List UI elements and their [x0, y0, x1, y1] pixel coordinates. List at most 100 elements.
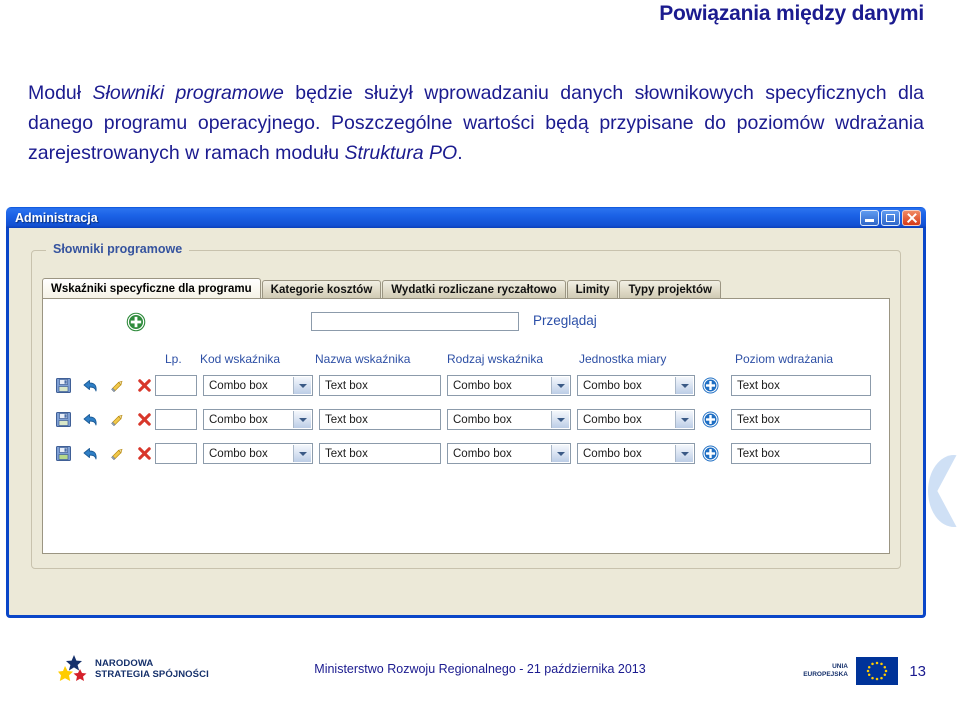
cell-nazwa[interactable]: Text box — [319, 443, 441, 464]
cell-nazwa[interactable]: Text box — [319, 375, 441, 396]
cell-rodzaj-combo[interactable]: Combo box — [447, 375, 571, 396]
chevron-down-icon[interactable] — [293, 411, 311, 428]
table-row: Combo box Text box Combo box Combo box T… — [43, 405, 889, 439]
close-button[interactable] — [902, 209, 921, 226]
cell-text: Combo box — [583, 379, 642, 392]
cell-lp[interactable] — [155, 443, 197, 464]
cell-nazwa[interactable]: Text box — [319, 409, 441, 430]
chevron-down-icon[interactable] — [551, 411, 569, 428]
edit-icon[interactable] — [109, 445, 126, 462]
eu-logo-block: UNIA EUROPEJSKA 13 — [803, 657, 926, 685]
chevron-down-icon[interactable] — [293, 377, 311, 394]
tab-typy-projektow[interactable]: Typy projektów — [619, 280, 721, 299]
edit-icon[interactable] — [109, 411, 126, 428]
minimize-button[interactable] — [860, 209, 879, 226]
eu-label-line-1: UNIA — [832, 663, 848, 670]
chevron-down-icon[interactable] — [675, 445, 693, 462]
cell-text: Combo box — [209, 447, 268, 460]
body-text-emphasis-2: Struktura PO — [344, 142, 458, 164]
page-title: Powiązania między danymi — [659, 2, 924, 25]
tab-wydatki-ryczaltowo[interactable]: Wydatki rozliczane ryczałtowo — [382, 280, 566, 299]
save-icon[interactable] — [55, 411, 72, 428]
tab-label: Limity — [575, 284, 610, 296]
undo-icon[interactable] — [82, 445, 99, 462]
chevron-down-icon[interactable] — [675, 377, 693, 394]
cell-kod-combo[interactable]: Combo box — [203, 443, 313, 464]
cell-poziom[interactable]: Text box — [731, 443, 871, 464]
decorative-arc-shape — [922, 455, 960, 527]
tab-wskazniki-specyficzne[interactable]: Wskaźniki specyficzne dla programu — [42, 278, 261, 299]
slide-body-text: Moduł Słowniki programowe będzie służył … — [28, 78, 924, 168]
window-title: Administracja — [15, 210, 98, 225]
add-circle-blue-icon[interactable] — [701, 444, 720, 463]
undo-icon[interactable] — [82, 377, 99, 394]
row-action-buttons — [55, 411, 153, 428]
chevron-down-icon[interactable] — [551, 377, 569, 394]
cell-rodzaj-combo[interactable]: Combo box — [447, 443, 571, 464]
save-icon[interactable] — [55, 445, 72, 462]
cell-text: Combo box — [209, 413, 268, 426]
tab-content-panel: Przeglądaj Lp. Kod wskaźnika Nazwa wskaź… — [42, 298, 890, 554]
cell-text: Combo box — [453, 413, 512, 426]
browse-link[interactable]: Przeglądaj — [533, 313, 597, 328]
body-text-part-3: . — [457, 142, 463, 164]
table-row: Combo box Text box Combo box Combo box T… — [43, 439, 889, 473]
body-text-part-1: Moduł — [28, 82, 93, 104]
cell-text: Combo box — [583, 413, 642, 426]
cell-text: Combo box — [453, 379, 512, 392]
cell-jednostka-combo[interactable]: Combo box — [577, 375, 695, 396]
tab-kategorie-kosztow[interactable]: Kategorie kosztów — [261, 280, 382, 299]
chevron-down-icon[interactable] — [675, 411, 693, 428]
column-header-nazwa: Nazwa wskaźnika — [315, 352, 411, 366]
save-icon[interactable] — [55, 377, 72, 394]
add-circle-blue-icon[interactable] — [701, 410, 720, 429]
cell-jednostka-combo[interactable]: Combo box — [577, 409, 695, 430]
application-window: Administracja Słowniki programowe Wskaźn… — [6, 207, 926, 618]
column-header-jednostka: Jednostka miary — [579, 352, 667, 366]
delete-icon[interactable] — [136, 411, 153, 428]
tab-strip: Wskaźniki specyficzne dla programu Kateg… — [42, 278, 890, 299]
column-header-rodzaj: Rodzaj wskaźnika — [447, 352, 544, 366]
slide-footer: NARODOWA STRATEGIA SPÓJNOŚCI Ministerstw… — [0, 649, 960, 695]
cell-rodzaj-combo[interactable]: Combo box — [447, 409, 571, 430]
tab-label: Wskaźniki specyficzne dla programu — [51, 283, 252, 295]
delete-icon[interactable] — [136, 445, 153, 462]
body-text-emphasis-1: Słowniki programowe — [92, 82, 284, 104]
chevron-down-icon[interactable] — [551, 445, 569, 462]
cell-poziom[interactable]: Text box — [731, 409, 871, 430]
maximize-button[interactable] — [881, 209, 900, 226]
tab-label: Kategorie kosztów — [270, 284, 373, 296]
cell-kod-combo[interactable]: Combo box — [203, 375, 313, 396]
grid-header-row: Lp. Kod wskaźnika Nazwa wskaźnika Rodzaj… — [43, 349, 889, 371]
table-row: Combo box Text box Combo box Combo box T… — [43, 371, 889, 405]
column-header-kod: Kod wskaźnika — [200, 352, 281, 366]
data-grid: Lp. Kod wskaźnika Nazwa wskaźnika Rodzaj… — [43, 349, 889, 473]
tab-limity[interactable]: Limity — [566, 280, 619, 299]
cell-lp[interactable] — [155, 409, 197, 430]
chevron-down-icon[interactable] — [293, 445, 311, 462]
page-number: 13 — [909, 662, 926, 680]
window-controls — [860, 209, 926, 226]
window-title-bar[interactable]: Administracja — [6, 207, 926, 228]
edit-icon[interactable] — [109, 377, 126, 394]
cell-jednostka-combo[interactable]: Combo box — [577, 443, 695, 464]
cell-kod-combo[interactable]: Combo box — [203, 409, 313, 430]
cell-lp[interactable] — [155, 375, 197, 396]
search-input[interactable] — [311, 312, 519, 331]
groupbox-legend: Słowniki programowe — [46, 242, 190, 256]
eu-flag-icon — [856, 657, 898, 685]
cell-text: Combo box — [583, 447, 642, 460]
cell-text: Combo box — [209, 379, 268, 392]
undo-icon[interactable] — [82, 411, 99, 428]
column-header-lp: Lp. — [165, 352, 182, 366]
add-circle-blue-icon[interactable] — [701, 376, 720, 395]
column-header-poziom: Poziom wdrażania — [735, 352, 834, 366]
toolbar-row: Przeglądaj — [43, 307, 889, 341]
cell-text: Combo box — [453, 447, 512, 460]
add-circle-green-icon[interactable] — [125, 311, 147, 333]
tab-label: Wydatki rozliczane ryczałtowo — [391, 284, 557, 296]
delete-icon[interactable] — [136, 377, 153, 394]
row-action-buttons — [55, 377, 153, 394]
eu-label-text: UNIA EUROPEJSKA — [803, 663, 848, 679]
cell-poziom[interactable]: Text box — [731, 375, 871, 396]
